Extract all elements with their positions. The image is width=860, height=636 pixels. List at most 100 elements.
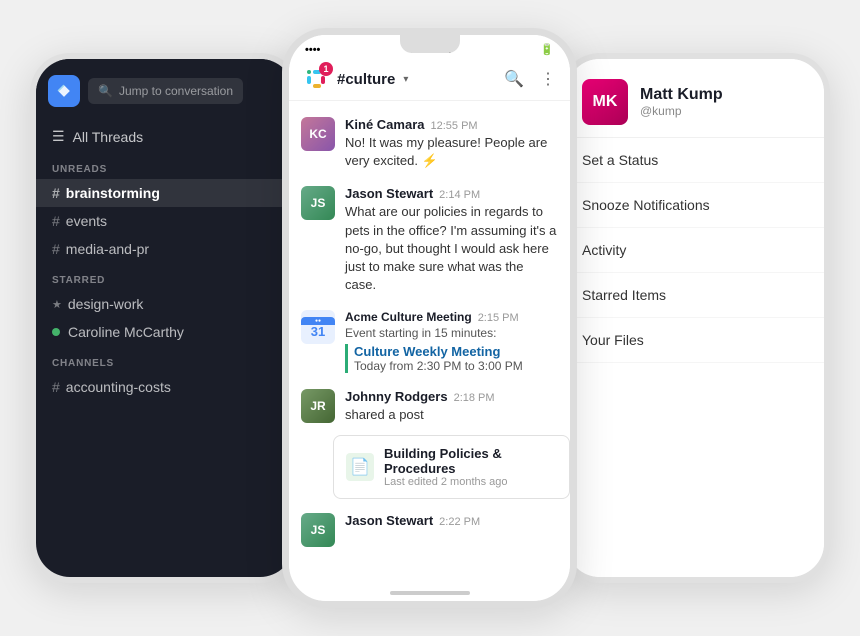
channel-title: #culture (337, 71, 395, 88)
avatar-initials: KC (301, 117, 335, 151)
message-content-kine: Kiné Camara 12:55 PM No! It was my pleas… (345, 117, 558, 170)
menu-item-set-status[interactable]: Set a Status (566, 138, 824, 183)
phone-notch (400, 35, 460, 53)
sidebar-nav: ☰ All Threads UNREADS # brainstorming # … (36, 115, 294, 577)
message-meta: Acme Culture Meeting 2:15 PM (345, 310, 558, 324)
meeting-block: Culture Weekly Meeting Today from 2:30 P… (345, 344, 558, 373)
message-author: Johnny Rodgers (345, 389, 448, 404)
doc-title: Building Policies & Procedures (384, 446, 557, 476)
message-content-jason: Jason Stewart 2:14 PM What are our polic… (345, 186, 558, 294)
chat-messages: KC Kiné Camara 12:55 PM No! It was my pl… (289, 101, 570, 601)
online-indicator (52, 328, 60, 336)
message-kine: KC Kiné Camara 12:55 PM No! It was my pl… (289, 109, 570, 178)
sidebar-channel-media-and-pr[interactable]: # media-and-pr (36, 235, 294, 263)
menu-user-header: MK Matt Kump @kump (566, 59, 824, 138)
more-options-icon[interactable]: ⋮ (540, 69, 556, 89)
menu-item-activity[interactable]: Activity (566, 228, 824, 273)
doc-subtitle: Last edited 2 months ago (384, 476, 557, 488)
event-description: Event starting in 15 minutes: (345, 326, 558, 340)
message-time: 2:14 PM (439, 189, 480, 201)
channel-name-label: media-and-pr (66, 241, 149, 257)
message-johnny: JR Johnny Rodgers 2:18 PM shared a post (289, 381, 570, 432)
dm-name-label: Caroline McCarthy (68, 324, 184, 340)
doc-text-info: Building Policies & Procedures Last edit… (384, 446, 557, 488)
hash-icon: # (52, 185, 60, 201)
avatar-kine: KC (301, 117, 335, 151)
user-avatar: MK (582, 79, 628, 125)
hash-icon: # (52, 213, 60, 229)
avatar-initials: JS (301, 186, 335, 220)
message-jason-1: JS Jason Stewart 2:14 PM What are our po… (289, 178, 570, 302)
all-threads-item[interactable]: ☰ All Threads (36, 121, 294, 152)
menu-user-info: Matt Kump @kump (640, 86, 723, 118)
avatar-jason-2: JS (301, 513, 335, 547)
channel-name-label: events (66, 213, 107, 229)
message-author: Kiné Camara (345, 117, 424, 132)
message-meta: Jason Stewart 2:22 PM (345, 513, 558, 528)
meeting-time: Today from 2:30 PM to 3:00 PM (354, 359, 558, 373)
sidebar-channel-events[interactable]: # events (36, 207, 294, 235)
shared-post-card[interactable]: 📄 Building Policies & Procedures Last ed… (333, 435, 570, 499)
message-meta: Jason Stewart 2:14 PM (345, 186, 558, 201)
cal-day: 31 (311, 325, 325, 338)
channel-name-label: design-work (68, 296, 143, 312)
menu-item-starred[interactable]: Starred Items (566, 273, 824, 318)
channel-name-label: accounting-costs (66, 379, 171, 395)
unreads-section-label: UNREADS (36, 152, 294, 179)
app-logo (48, 75, 80, 107)
hash-icon: # (52, 379, 60, 395)
search-icon[interactable]: 🔍 (504, 69, 524, 89)
threads-icon: ☰ (52, 128, 65, 145)
message-author: Jason Stewart (345, 513, 433, 528)
avatar-jason: JS (301, 186, 335, 220)
chat-screen: •••• 3:48 PM 🔋 1 #cu (289, 35, 570, 601)
event-time: 2:15 PM (478, 312, 519, 324)
hash-icon: # (52, 241, 60, 257)
channels-section-label: CHANNELS (36, 346, 294, 373)
menu-item-files[interactable]: Your Files (566, 318, 824, 363)
message-jason-2: JS Jason Stewart 2:22 PM (289, 505, 570, 555)
right-phone: MK Matt Kump @kump Set a Status Snooze N… (560, 53, 830, 583)
message-text: No! It was my pleasure! People are very … (345, 134, 558, 170)
sidebar: 🔍 Jump to conversation ☰ All Threads UNR… (36, 59, 294, 577)
sidebar-channel-brainstorming[interactable]: # brainstorming (36, 179, 294, 207)
sidebar-dm-caroline[interactable]: Caroline McCarthy (36, 318, 294, 346)
chat-header: 1 #culture ▾ 🔍 ⋮ (289, 60, 570, 101)
signal-indicator: •••• (305, 44, 320, 56)
chevron-down-icon[interactable]: ▾ (403, 74, 408, 85)
avatar-johnny: JR (301, 389, 335, 423)
message-time: 12:55 PM (430, 120, 477, 132)
user-handle: @kump (640, 104, 723, 118)
channel-name-label: brainstorming (66, 185, 160, 201)
sidebar-channel-accounting[interactable]: # accounting-costs (36, 373, 294, 401)
message-content-johnny: Johnny Rodgers 2:18 PM shared a post (345, 389, 558, 424)
search-icon: 🔍 (98, 84, 113, 98)
search-placeholder: Jump to conversation (119, 84, 233, 98)
avatar-initials: JR (301, 389, 335, 423)
message-time: 2:22 PM (439, 516, 480, 528)
center-phone: •••• 3:48 PM 🔋 1 #cu (282, 28, 577, 608)
message-text: What are our policies in regards to pets… (345, 203, 558, 294)
message-time: 2:18 PM (454, 392, 495, 404)
notification-badge: 1 (319, 62, 333, 76)
battery-indicator: 🔋 (540, 43, 554, 56)
starred-section-label: STARRED (36, 263, 294, 290)
meeting-title[interactable]: Culture Weekly Meeting (354, 344, 558, 359)
message-content-jason-2: Jason Stewart 2:22 PM (345, 513, 558, 547)
calendar-event: ●● 31 Acme Culture Meeting 2:15 PM Event… (289, 302, 570, 381)
avatar-initials: MK (593, 93, 618, 111)
sidebar-top-bar: 🔍 Jump to conversation (36, 59, 294, 115)
star-icon: ★ (52, 298, 62, 311)
sidebar-channel-design-work[interactable]: ★ design-work (36, 290, 294, 318)
message-meta: Kiné Camara 12:55 PM (345, 117, 558, 132)
left-phone: 🔍 Jump to conversation ☰ All Threads UNR… (30, 53, 300, 583)
chat-header-left: 1 #culture ▾ (303, 66, 408, 92)
chat-actions: 🔍 ⋮ (504, 69, 556, 89)
message-author: Jason Stewart (345, 186, 433, 201)
menu-item-snooze[interactable]: Snooze Notifications (566, 183, 824, 228)
menu-screen: MK Matt Kump @kump Set a Status Snooze N… (566, 59, 824, 577)
message-meta: Johnny Rodgers 2:18 PM (345, 389, 558, 404)
home-indicator (390, 591, 470, 595)
search-input[interactable]: 🔍 Jump to conversation (88, 78, 243, 104)
shared-action-text: shared a post (345, 406, 558, 424)
